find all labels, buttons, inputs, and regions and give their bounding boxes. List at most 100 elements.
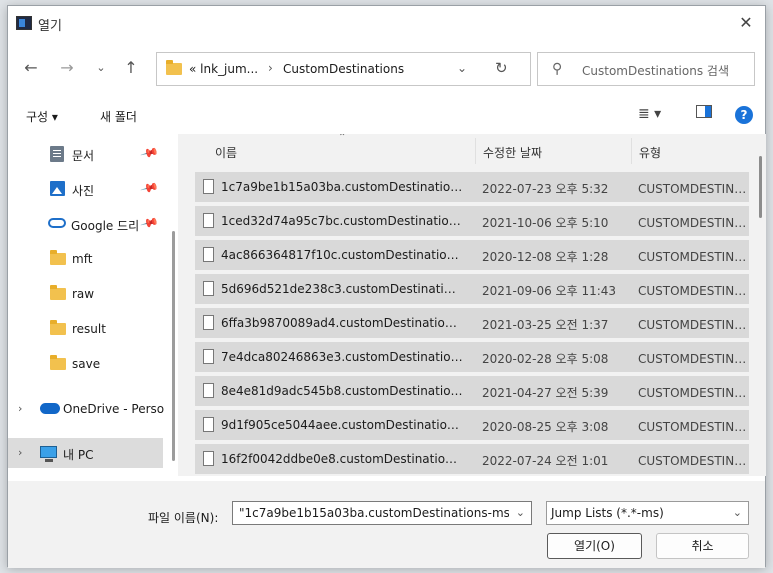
column-header-name[interactable]: 이름 (215, 144, 237, 161)
onedrive-icon (40, 403, 60, 414)
file-icon (203, 315, 214, 330)
sidebar-item-mft[interactable]: mft (8, 244, 163, 274)
file-icon (203, 213, 214, 228)
sidebar-item-result[interactable]: result (8, 314, 163, 344)
file-date: 2020-08-25 오후 3:08 (482, 420, 609, 434)
column-divider[interactable] (631, 138, 632, 164)
filetype-select[interactable]: Jump Lists (*.*-ms) ⌄ (546, 501, 749, 525)
sidebar-item-this-pc[interactable]: › 내 PC (8, 438, 163, 468)
forward-arrow-icon[interactable]: → (56, 56, 78, 80)
file-date: 2020-02-28 오후 5:08 (482, 352, 609, 366)
new-folder-button[interactable]: 새 폴더 (100, 108, 137, 125)
sidebar-item-label: result (72, 322, 106, 336)
file-name: 1c7a9be1b15a03ba.customDestinations-ms (221, 180, 463, 194)
column-header-type[interactable]: 유형 (639, 144, 661, 161)
breadcrumb-segment[interactable]: « lnk_jum... (189, 62, 258, 76)
file-icon (203, 451, 214, 466)
sidebar-item-pictures[interactable]: 사진 📌 (8, 174, 163, 204)
file-icon (203, 349, 214, 364)
title-bar: 열기 ✕ (8, 6, 765, 40)
file-date: 2020-12-08 오후 1:28 (482, 250, 609, 264)
file-icon (203, 247, 214, 262)
chevron-down-icon[interactable]: ⌄ (733, 506, 742, 519)
help-icon[interactable]: ? (735, 106, 753, 124)
file-name: 1ced32d74a95c7bc.customDestinations-ms (221, 214, 463, 228)
back-arrow-icon[interactable]: ← (20, 56, 42, 80)
sidebar-item-google-drive[interactable]: Google 드리 📌 (8, 209, 163, 239)
breadcrumb-segment[interactable]: CustomDestinations (283, 62, 404, 76)
file-list-scrollbar[interactable] (759, 156, 762, 218)
file-name: 6ffa3b9870089ad4.customDestinations-ms (221, 316, 463, 330)
file-name: 7e4dca80246863e3.customDestinations-ms (221, 350, 463, 364)
sidebar-item-save[interactable]: save (8, 349, 163, 379)
folder-icon (50, 250, 66, 265)
file-type: CUSTOMDESTINATIONS-MS 파일 (638, 318, 748, 332)
file-row[interactable]: 5d696d521de238c3.customDestinations-ms 2… (195, 274, 749, 304)
close-button[interactable]: ✕ (733, 10, 759, 36)
sidebar-item-label: save (72, 357, 101, 371)
file-icon (203, 383, 214, 398)
recent-locations-chevron-icon[interactable]: ⌄ (90, 56, 112, 80)
pin-icon: 📌 (139, 178, 160, 198)
file-name: 9d1f905ce5044aee.customDestinations-ms (221, 418, 463, 432)
folder-icon (166, 60, 182, 75)
pin-icon: 📌 (139, 143, 160, 163)
file-row[interactable]: 16f2f0042ddbe0e8.customDestinations-ms 2… (195, 444, 749, 474)
organize-menu-button[interactable]: 구성 ▾ (26, 108, 58, 125)
file-date: 2022-07-23 오후 5:32 (482, 182, 609, 196)
file-name: 8e4e81d9adc545b8.customDestinations-ms (221, 384, 463, 398)
file-row[interactable]: 7e4dca80246863e3.customDestinations-ms 2… (195, 342, 749, 372)
file-type: CUSTOMDESTINATIONS-MS 파일 (638, 420, 748, 434)
file-row[interactable]: 1c7a9be1b15a03ba.customDestinations-ms 2… (195, 172, 749, 202)
expand-chevron-icon[interactable]: › (18, 402, 22, 415)
file-row[interactable]: 9d1f905ce5044aee.customDestinations-ms 2… (195, 410, 749, 440)
file-date: 2021-03-25 오전 1:37 (482, 318, 609, 332)
dialog-footer: 파일 이름(N): "1c7a9be1b15a03ba.customDestin… (8, 481, 765, 568)
view-options-icon[interactable]: ≣ ▾ (638, 106, 661, 122)
sidebar-item-raw[interactable]: raw (8, 279, 163, 309)
file-icon (203, 417, 214, 432)
sidebar-item-onedrive[interactable]: › OneDrive - Perso (8, 394, 165, 424)
column-header-date[interactable]: 수정한 날짜 (483, 144, 542, 161)
filetype-value: Jump Lists (*.*-ms) (551, 506, 664, 520)
search-icon: ⚲ (552, 61, 563, 77)
filename-value: "1c7a9be1b15a03ba.customDestinations-ms"… (239, 506, 509, 520)
file-row[interactable]: 8e4e81d9adc545b8.customDestinations-ms 2… (195, 376, 749, 406)
sidebar-item-label: 사진 (72, 184, 95, 198)
file-type: CUSTOMDESTINATIONS-MS 파일 (638, 284, 748, 298)
file-date: 2021-10-06 오후 5:10 (482, 216, 609, 230)
pc-icon (40, 446, 57, 462)
file-type: CUSTOMDESTINATIONS-MS 파일 (638, 352, 748, 366)
preview-pane-icon[interactable] (696, 105, 712, 118)
document-icon (50, 146, 64, 162)
sidebar-item-label: raw (72, 287, 95, 301)
chevron-down-icon[interactable]: ⌄ (457, 61, 467, 75)
breadcrumb-separator[interactable]: › (268, 61, 273, 75)
column-divider[interactable] (475, 138, 476, 164)
expand-chevron-icon[interactable]: › (18, 446, 22, 459)
refresh-icon[interactable]: ↻ (495, 59, 508, 77)
sidebar-item-label: OneDrive - Perso (63, 402, 165, 416)
filename-input[interactable]: "1c7a9be1b15a03ba.customDestinations-ms"… (232, 501, 532, 525)
navigation-pane: 문서 📌 사진 📌 Google 드리 📌 mft raw result sav… (8, 134, 168, 479)
open-file-dialog: 열기 ✕ ← → ⌄ ↑ « lnk_jum... › CustomDestin… (7, 5, 766, 568)
search-box[interactable]: ⚲ CustomDestinations 검색 (537, 52, 755, 86)
file-date: 2022-07-24 오전 1:01 (482, 454, 609, 468)
cancel-button[interactable]: 취소 (656, 533, 749, 559)
file-row[interactable]: 4ac866364817f10c.customDestinations-ms 2… (195, 240, 749, 270)
file-name: 5d696d521de238c3.customDestinations-ms (221, 282, 463, 296)
folder-icon (50, 355, 66, 370)
file-type: CUSTOMDESTINATIONS-MS 파일 (638, 454, 748, 468)
file-row[interactable]: 1ced32d74a95c7bc.customDestinations-ms 2… (195, 206, 749, 236)
sidebar-item-label: 내 PC (63, 448, 94, 462)
address-bar[interactable]: « lnk_jum... › CustomDestinations ⌄ ↻ (156, 52, 531, 86)
up-arrow-icon[interactable]: ↑ (120, 56, 142, 80)
sidebar-item-documents[interactable]: 문서 📌 (8, 139, 163, 169)
file-type: CUSTOMDESTINATIONS-MS 파일 (638, 182, 748, 196)
app-icon (16, 16, 32, 30)
folder-icon (50, 285, 66, 300)
open-button[interactable]: 열기(O) (547, 533, 642, 559)
file-row[interactable]: 6ffa3b9870089ad4.customDestinations-ms 2… (195, 308, 749, 338)
chevron-down-icon[interactable]: ⌄ (516, 506, 525, 519)
sidebar-scrollbar[interactable] (172, 231, 175, 461)
